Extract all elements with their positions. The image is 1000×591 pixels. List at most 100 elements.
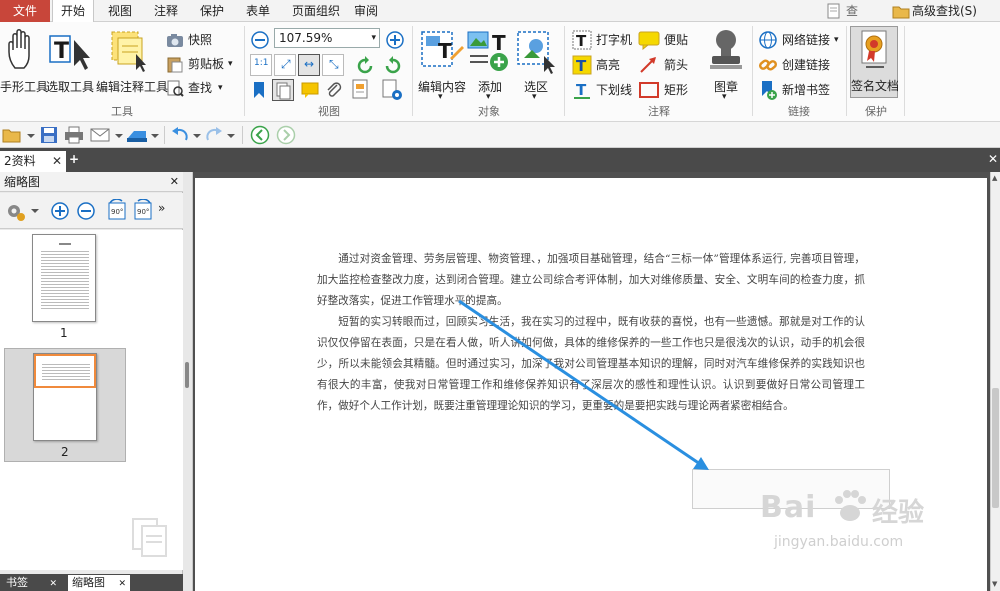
web-link-dropdown-icon[interactable]: ▾ [834,30,839,50]
scan-icon[interactable] [126,126,148,144]
document-tab[interactable]: 2资料 ✕ [0,151,66,172]
underline-button[interactable]: T 下划线 [572,80,636,100]
add-object-icon: T [467,31,508,71]
edit-content-button[interactable]: T 编辑内容 ▾ [416,26,468,102]
page-properties-icon[interactable] [350,78,372,100]
zoom-input[interactable]: 107.59% ▾ [274,28,380,48]
fit-page-button[interactable]: ⤢ [274,54,296,76]
typewriter-button[interactable]: T 打字机 [572,30,636,50]
snapshot-button[interactable]: 快照 [166,30,236,50]
rectangle-button[interactable]: 矩形 [638,80,694,100]
stamp-dropdown-icon[interactable]: ▾ [722,92,727,102]
bookmark-view-icon[interactable] [250,80,268,100]
new-bookmark-button[interactable]: 新增书签 [758,80,844,100]
scroll-thumb[interactable] [992,388,999,508]
actual-size-button[interactable]: 1:1 [250,54,272,76]
select-area-button[interactable]: 选区 ▾ [514,26,558,102]
undo-dropdown-icon[interactable] [192,126,202,144]
scan-dropdown-icon[interactable] [150,126,160,144]
scroll-up-icon[interactable]: ▲ [992,174,997,182]
web-link-button[interactable]: 网络链接 ▾ [758,30,844,50]
close-document-icon[interactable]: ✕ [988,152,998,166]
fit-width-button[interactable]: ↔ [298,54,320,76]
redo-icon[interactable] [204,126,224,144]
panel-splitter[interactable] [183,172,193,591]
undo-icon[interactable] [170,126,190,144]
watermark-url: jingyan.baidu.com [774,534,904,550]
close-thumbnails-tab-icon[interactable]: ✕ [119,579,127,589]
close-panel-icon[interactable]: ✕ [170,172,179,192]
splitter-handle[interactable] [185,362,189,388]
menu-tab-start[interactable]: 开始 [52,0,95,23]
vertical-scrollbar[interactable]: ▲ ▼ [990,172,1000,591]
sticky-note-button[interactable]: 便贴 [638,30,694,50]
zoom-out-icon[interactable] [250,30,270,50]
thumbnail-image [33,353,97,441]
menu-tab-page-organize[interactable]: 页面组织 [284,0,348,22]
thumbnail-zoom-out-icon[interactable] [76,201,96,221]
thumbnail-zoom-in-icon[interactable] [50,201,70,221]
redo-dropdown-icon[interactable] [226,126,236,144]
rotate-cw-90-icon[interactable]: 90° [132,199,154,223]
open-folder-icon[interactable] [2,126,22,144]
gear-dropdown-icon[interactable] [30,205,40,217]
gear-icon[interactable] [4,201,28,223]
email-dropdown-icon[interactable] [114,126,124,144]
hand-tool-button[interactable]: 手形工具 [0,26,48,98]
arrow-button[interactable]: 箭头 [638,55,694,75]
rotate-ccw-90-icon[interactable]: 90° [106,199,128,223]
rotate-right-icon[interactable] [382,56,402,76]
menu-tab-view[interactable]: 视图 [100,0,140,22]
thumbnails-tab[interactable]: 缩略图 ✕ [68,575,131,591]
print-icon[interactable] [64,125,84,145]
find-tool-label: 查找 [188,81,213,95]
select-area-dropdown-icon[interactable]: ▾ [532,92,537,102]
create-link-button[interactable]: 创建链接 [758,55,844,75]
forward-icon[interactable] [276,125,296,145]
back-icon[interactable] [250,125,270,145]
menu-tab-review[interactable]: 审阅 [346,0,386,22]
create-link-label: 创建链接 [782,58,831,72]
thumbnail-page-1[interactable]: 1 [4,230,126,344]
add-dropdown-icon[interactable]: ▾ [486,92,491,102]
menu-tab-protect[interactable]: 保护 [192,0,232,22]
web-link-icon [759,31,777,49]
thumbnail-page-2[interactable]: 2 [4,348,126,462]
comment-view-icon[interactable] [300,80,320,100]
add-button[interactable]: T 添加 ▾ [467,26,510,102]
rotate-left-icon[interactable] [356,56,376,76]
clipboard-button[interactable]: 剪贴板 ▾ [166,54,240,74]
page-thumbnail-view-button[interactable] [272,79,294,101]
stamp-button[interactable]: 图章 ▾ [702,26,750,102]
thumbnail-list: 1 2 [0,230,183,570]
fit-visible-button[interactable]: ⤡ [322,54,344,76]
find-dropdown-icon[interactable]: ▾ [218,78,223,98]
open-dropdown-icon[interactable] [26,126,36,144]
highlight-button[interactable]: T 高亮 [572,55,636,75]
clipboard-dropdown-icon[interactable]: ▾ [228,54,233,74]
more-tools-icon[interactable]: » [158,201,165,215]
close-tab-icon[interactable]: ✕ [52,151,62,171]
menu-tab-form[interactable]: 表单 [238,0,278,22]
comment-group-label: 注释 [648,105,670,118]
select-tool-button[interactable]: T 选取工具 [46,26,94,98]
scroll-down-icon[interactable]: ▼ [992,580,997,588]
attachment-icon[interactable] [324,80,344,100]
arrow-icon [640,57,656,73]
find-tool-button[interactable]: 查找 ▾ [166,78,236,98]
save-icon[interactable] [40,126,58,144]
bookmarks-tab[interactable]: 书签 ✕ [2,575,61,591]
sign-document-button[interactable]: 签名文档 [850,26,899,98]
menu-file[interactable]: 文件 [0,0,50,22]
select-cursor-icon: T [49,35,90,70]
edit-annotation-tool-button[interactable]: 编辑注释工具 [96,26,168,98]
add-tab-icon[interactable]: + [67,152,81,166]
zoom-in-icon[interactable] [385,30,405,50]
document-view: 通过对资金管理、劳务层管理、物资管理、，加强项目基础管理，结合“三标一体”管理体… [193,172,990,591]
menu-tab-comment[interactable]: 注释 [146,0,186,22]
page-settings-icon[interactable] [380,78,404,102]
close-bookmarks-tab-icon[interactable]: ✕ [50,579,58,589]
edit-content-dropdown-icon[interactable]: ▾ [438,92,443,102]
zoom-dropdown-icon[interactable]: ▾ [371,29,376,47]
email-icon[interactable] [90,126,110,144]
